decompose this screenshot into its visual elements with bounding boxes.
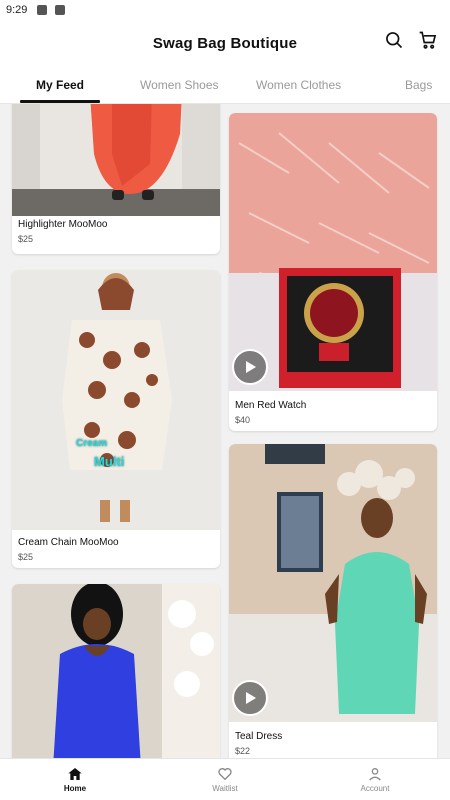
tab-my-feed[interactable]: My Feed: [36, 66, 84, 103]
bottom-navigation: Home Waitlist Account: [0, 758, 450, 800]
product-card[interactable]: Teal Dress $22: [229, 444, 437, 758]
nav-waitlist[interactable]: Waitlist: [150, 759, 300, 800]
heart-icon: [218, 768, 232, 781]
product-feed[interactable]: Highlighter MooMoo $25 Men Red Watch $40…: [0, 104, 450, 758]
cart-icon[interactable]: [418, 30, 438, 50]
image-notification-icon: [37, 5, 48, 15]
image-caption-line1: Cream: [76, 438, 108, 449]
nav-waitlist-label: Waitlist: [212, 784, 238, 793]
app-bar: Swag Bag Boutique: [0, 20, 450, 66]
status-time: 9:29: [6, 4, 28, 16]
product-price: $40: [235, 415, 251, 425]
product-price: $22: [235, 746, 251, 756]
tab-bags[interactable]: Bags: [405, 66, 432, 103]
product-price: $25: [18, 552, 34, 562]
product-card[interactable]: Cream Multi Cream Chain MooMoo $25: [12, 270, 220, 568]
image-caption-line2: Multi: [94, 454, 125, 469]
product-card[interactable]: Men Red Watch $40: [229, 113, 437, 431]
play-icon: [246, 692, 256, 704]
play-video-button[interactable]: [232, 680, 268, 716]
product-name: Men Red Watch: [235, 400, 307, 411]
product-image: [12, 584, 220, 758]
nav-account-label: Account: [360, 784, 390, 793]
tab-women-clothes[interactable]: Women Clothes: [256, 66, 341, 103]
app-notification-icon: [55, 5, 66, 15]
product-image: Cream Multi: [12, 270, 220, 530]
nav-home-label: Home: [63, 784, 87, 793]
tab-women-shoes[interactable]: Women Shoes: [140, 66, 219, 103]
product-card[interactable]: Highlighter MooMoo $25: [12, 104, 220, 254]
product-image: [229, 113, 437, 391]
product-image: [12, 104, 220, 216]
nav-account[interactable]: Account: [300, 759, 450, 800]
product-price: $25: [18, 234, 34, 244]
product-card[interactable]: [12, 584, 220, 758]
search-icon[interactable]: [384, 30, 404, 50]
product-name: Cream Chain MooMoo: [18, 537, 119, 548]
app-title: Swag Bag Boutique: [152, 34, 298, 52]
category-tabs: My Feed Women Shoes Women Clothes Bags: [0, 66, 450, 104]
product-name: Highlighter MooMoo: [18, 219, 108, 230]
nav-home[interactable]: Home: [0, 759, 150, 800]
play-icon: [246, 361, 256, 373]
play-video-button[interactable]: [232, 349, 268, 385]
active-tab-indicator: [20, 100, 100, 103]
person-icon: [369, 768, 381, 781]
product-image: [229, 444, 437, 722]
product-name: Teal Dress: [235, 731, 283, 742]
home-icon: [68, 768, 82, 780]
status-bar: 9:29: [0, 0, 450, 20]
